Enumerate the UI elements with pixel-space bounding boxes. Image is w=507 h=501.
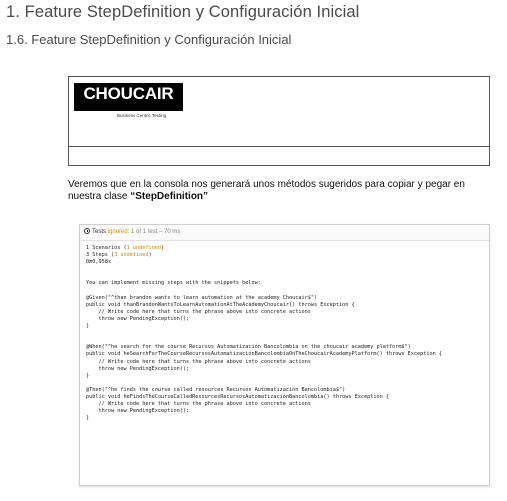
console-line: // Write code here that turns the phrase… [86,359,485,366]
ignored-status: ignored: [107,229,130,235]
console-line: You can implement missing steps with the… [86,280,485,287]
console-text-segment: throw new PendingException(); [86,408,190,415]
console-line [86,330,485,337]
console-text-segment [86,380,89,386]
console-line: 0m0,958s [86,259,485,266]
ignored-status-icon [84,228,90,234]
logo-tagline: Business Centric Testing [117,113,167,118]
console-line: 1 Scenarios (1 undefined) [86,245,485,252]
console-line: public void heFindsTheCourseCalledResour… [86,394,485,401]
console-text-segment: ) [148,252,152,259]
console-text-segment [86,337,89,343]
console-text-segment [86,273,89,279]
subsection-heading: 1.6. Feature StepDefinition y Configurac… [6,32,292,47]
console-line [86,380,485,387]
console-line: } [86,415,485,422]
console-text-segment: @Then("^he finds the course called resou… [86,386,346,393]
console-line: // Write code here that turns the phrase… [86,401,485,408]
console-text-segment: @When("^he search for the course Recurso… [86,344,411,351]
console-line: @Then("^he finds the course called resou… [86,387,485,394]
console-line: 3 Steps (3 undefined) [86,252,485,259]
logo-cell: CHOUCAIR Business Centric Testing [69,77,489,147]
paragraph-text: Veremos que en la consola nos generará u… [68,179,465,202]
test-summary: Tests ignored: 1 of 1 test – 70 ms [84,228,180,235]
console-line: throw new PendingException(); [86,316,485,323]
console-text-segment: public void heFindsTheCourseCalledResour… [86,393,389,400]
console-text-segment: } [86,323,90,330]
console-line: @Given("^than brandon wants to learn aut… [86,295,485,302]
console-text-segment: // Write code here that turns the phrase… [86,358,311,365]
console-text-segment: public void thanBrandonWantsToLearnAutom… [86,301,355,308]
tests-label: Tests [92,229,107,235]
console-text-segment: @Given("^than brandon wants to learn aut… [86,294,318,301]
console-line: throw new PendingException(); [86,366,485,373]
undefined-count: 1 undefined [126,245,161,251]
console-text-segment: public void heSearchForTheCourseRecursos… [86,351,443,358]
console-header: Tests ignored: 1 of 1 test – 70 ms [80,225,489,241]
console-line: public void heSearchForTheCourseRecursos… [86,351,485,358]
console-text-segment: 0m0,958s [86,259,111,266]
console-text-segment: throw new PendingException(); [86,365,190,372]
console-text-segment: } [86,372,90,379]
console-line [86,288,485,295]
console-line [86,273,485,280]
console-line: // Write code here that turns the phrase… [86,309,485,316]
console-text-segment [86,330,89,336]
console-line [86,266,485,273]
console-text: 1 Scenarios (1 undefined) 3 Steps (3 unde… [86,245,485,422]
section-heading: 1. Feature StepDefinition y Configuració… [6,3,360,21]
console-line: throw new PendingException(); [86,408,485,415]
console-text-segment: 1 Scenarios ( [86,245,127,251]
console-line: } [86,373,485,380]
undefined-count: 3 undefined [114,252,149,259]
console-text-segment: throw new PendingException(); [86,315,190,322]
console-output-panel: Tests ignored: 1 of 1 test – 70 ms 1 Sce… [79,224,490,486]
console-text-segment: // Write code here that turns the phrase… [86,401,311,408]
console-text-segment [86,266,89,272]
paragraph-bold-class-name: “StepDefinition” [130,190,209,202]
console-line: } [86,323,485,330]
console-text-segment: You can implement missing steps with the… [86,280,261,287]
console-text-segment: 3 Steps ( [86,252,115,259]
console-text-segment: } [86,415,90,422]
logo-table: CHOUCAIR Business Centric Testing [68,76,490,166]
console-line: public void thanBrandonWantsToLearnAutom… [86,302,485,309]
test-count-duration: 1 of 1 test – 70 ms [131,229,181,235]
console-text-segment: // Write code here that turns the phrase… [86,308,311,315]
instruction-paragraph: Veremos que en la consola nos generará u… [68,179,498,202]
console-text-segment: ) [160,245,165,251]
logo-name: CHOUCAIR [83,84,174,103]
console-text-segment [86,288,89,294]
choucair-logo: CHOUCAIR [74,83,183,111]
